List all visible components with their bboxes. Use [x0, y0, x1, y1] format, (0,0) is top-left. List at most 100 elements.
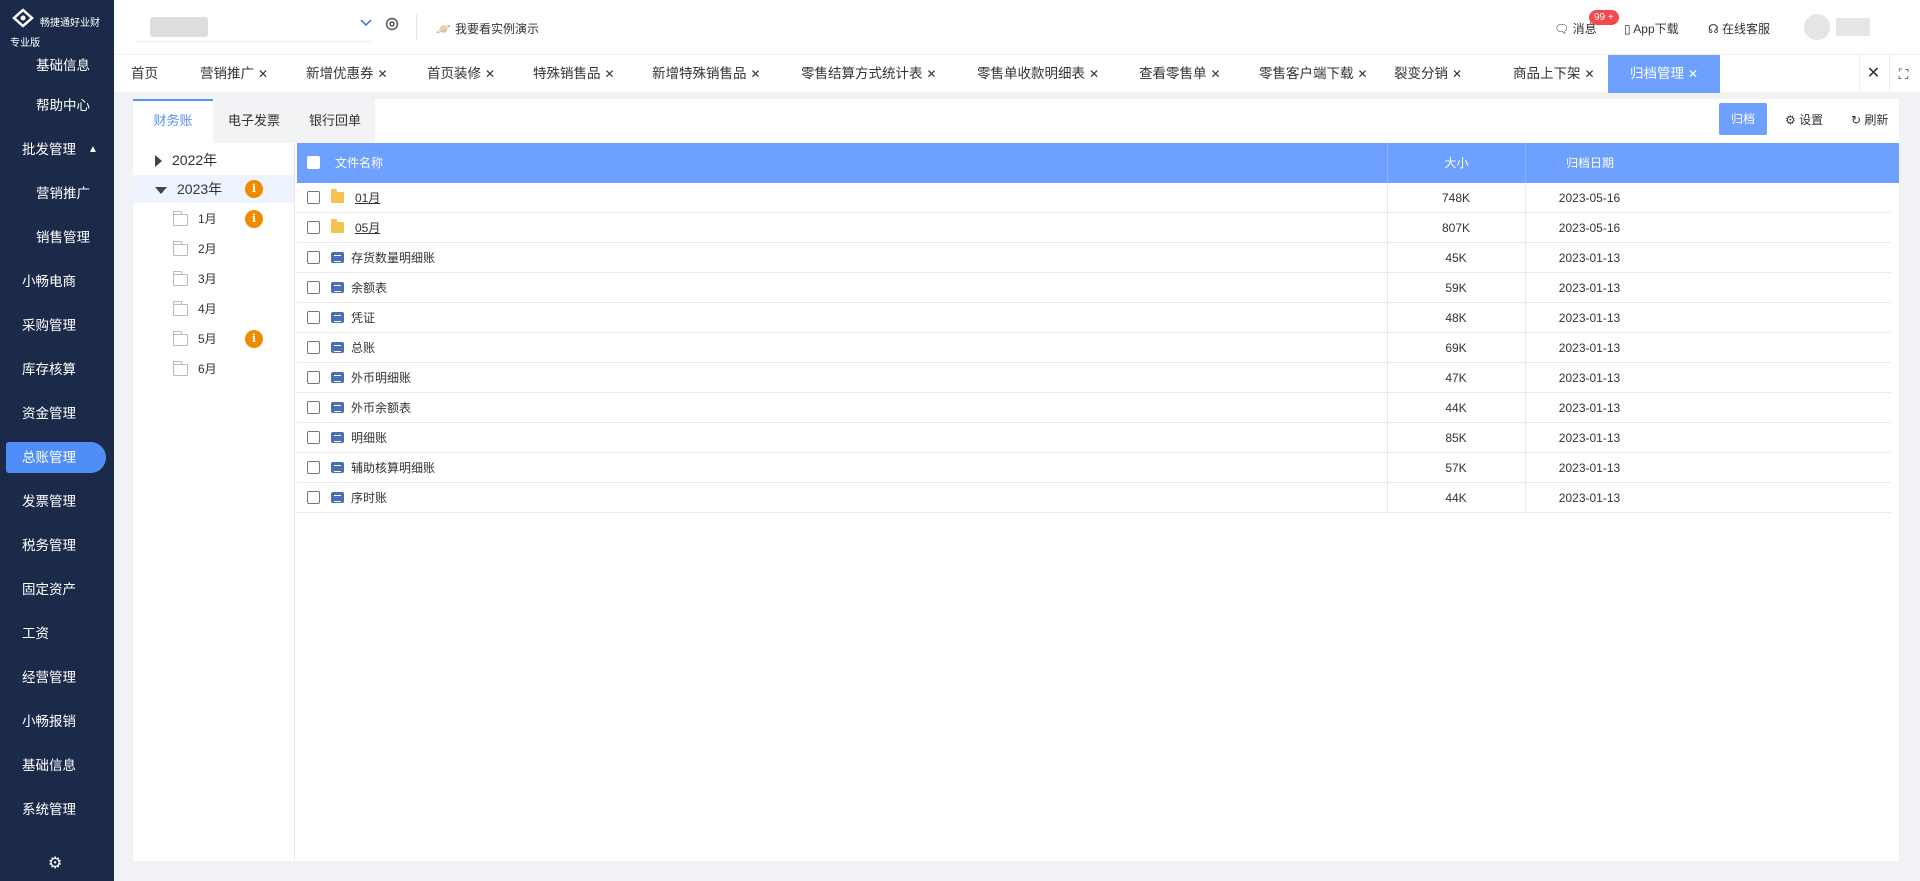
tab-home-decoration[interactable]: 首页装修 ✕	[427, 55, 495, 93]
tree-month-2[interactable]: 2月	[173, 235, 217, 263]
demo-link[interactable]: 🪐 我要看实例演示	[436, 20, 539, 37]
sidebar-item-help-center[interactable]: 帮助中心	[0, 84, 114, 128]
sidebar-item-expenses[interactable]: 小畅报销	[0, 700, 114, 744]
info-icon[interactable]: i	[245, 180, 263, 198]
close-icon[interactable]: ✕	[1452, 67, 1462, 81]
row-checkbox[interactable]	[307, 221, 320, 234]
tree-month-4[interactable]: 4月	[173, 295, 217, 323]
refresh-button[interactable]: ↻ 刷新	[1851, 111, 1888, 128]
column-header-size[interactable]: 大小	[1387, 143, 1525, 183]
row-checkbox[interactable]	[307, 491, 320, 504]
column-header-date[interactable]: 归档日期	[1525, 143, 1654, 183]
close-icon[interactable]: ✕	[1211, 67, 1221, 81]
table-row[interactable]: 外币余额表 44K 2023-01-13	[297, 393, 1891, 423]
row-checkbox[interactable]	[307, 251, 320, 264]
tab-retail-client-download[interactable]: 零售客户端下载 ✕	[1259, 55, 1368, 93]
archive-button[interactable]: 归档	[1719, 103, 1767, 135]
close-icon[interactable]: ✕	[605, 67, 615, 81]
settings-gear-icon[interactable]: ⚙	[48, 853, 62, 873]
table-row[interactable]: 凭证 48K 2023-01-13	[297, 303, 1891, 333]
close-icon[interactable]: ✕	[258, 67, 268, 81]
sidebar-item-operations[interactable]: 经营管理	[0, 656, 114, 700]
tab-fission-distribution[interactable]: 裂变分销 ✕	[1394, 55, 1462, 93]
table-row[interactable]: 明细账 85K 2023-01-13	[297, 423, 1891, 453]
table-row[interactable]: 01月 748K 2023-05-16	[297, 183, 1891, 213]
sidebar-item-tax[interactable]: 税务管理	[0, 524, 114, 568]
file-name[interactable]: 01月	[355, 183, 380, 213]
close-icon[interactable]: ✕	[751, 67, 761, 81]
sidebar-item-wholesale[interactable]: 批发管理 ▲	[0, 128, 114, 172]
sidebar-item-fixed-assets[interactable]: 固定资产	[0, 568, 114, 612]
table-row[interactable]: 辅助核算明细账 57K 2023-01-13	[297, 453, 1891, 483]
column-header-name[interactable]: 文件名称	[335, 143, 383, 183]
sidebar-item-basic-info-top[interactable]: 基础信息	[0, 47, 114, 84]
row-checkbox[interactable]	[307, 191, 320, 204]
table-row[interactable]: 余额表 59K 2023-01-13	[297, 273, 1891, 303]
tree-year-2023[interactable]: 2023年	[133, 175, 294, 203]
table-row[interactable]: 05月 807K 2023-05-16	[297, 213, 1891, 243]
sidebar-item-invoices[interactable]: 发票管理	[0, 480, 114, 524]
subtab-financial-books[interactable]: 财务账	[133, 99, 213, 143]
close-icon[interactable]: ✕	[485, 67, 495, 81]
tab-special-items[interactable]: 特殊销售品 ✕	[533, 55, 615, 93]
company-selector[interactable]	[134, 14, 372, 42]
close-icon[interactable]: ✕	[1688, 67, 1698, 81]
close-icon[interactable]: ✕	[1358, 67, 1368, 81]
tab-retail-settlement-stats[interactable]: 零售结算方式统计表 ✕	[801, 55, 937, 93]
row-checkbox[interactable]	[307, 311, 320, 324]
sidebar-item-marketing[interactable]: 营销推广	[0, 172, 114, 216]
row-checkbox[interactable]	[307, 341, 320, 354]
company-settings-icon[interactable]	[384, 16, 400, 37]
tree-year-2022[interactable]: 2022年	[155, 146, 217, 174]
table-row[interactable]: 序时账 44K 2023-01-13	[297, 483, 1891, 513]
subtab-bank-receipts[interactable]: 银行回单	[295, 99, 375, 143]
select-all-checkbox[interactable]	[307, 156, 320, 169]
row-checkbox[interactable]	[307, 281, 320, 294]
tab-new-special-items[interactable]: 新增特殊销售品 ✕	[652, 55, 761, 93]
app-download-button[interactable]: ▯ App下载	[1624, 20, 1679, 37]
expand-arrow-icon[interactable]	[155, 155, 162, 168]
sidebar-item-purchasing[interactable]: 采购管理	[0, 304, 114, 348]
tab-marketing[interactable]: 营销推广 ✕	[200, 55, 268, 93]
close-icon[interactable]: ✕	[1089, 67, 1099, 81]
sidebar-item-general-ledger[interactable]: 总账管理	[0, 436, 114, 480]
fullscreen-icon[interactable]: ⛶	[1889, 55, 1917, 93]
tab-retail-receipt-details[interactable]: 零售单收款明细表 ✕	[977, 55, 1099, 93]
row-checkbox[interactable]	[307, 371, 320, 384]
close-all-tabs-icon[interactable]: ✕	[1859, 55, 1887, 93]
info-icon[interactable]: i	[245, 210, 263, 228]
collapse-arrow-icon[interactable]	[155, 186, 167, 194]
tab-product-listing[interactable]: 商品上下架 ✕	[1513, 55, 1595, 93]
table-row[interactable]: 存货数量明细账 45K 2023-01-13	[297, 243, 1891, 273]
row-checkbox[interactable]	[307, 461, 320, 474]
close-icon[interactable]: ✕	[378, 67, 388, 81]
sidebar-item-basic-info[interactable]: 基础信息	[0, 744, 114, 788]
sidebar-item-sales[interactable]: 销售管理	[0, 216, 114, 260]
user-name-redacted[interactable]	[1836, 18, 1870, 36]
row-checkbox[interactable]	[307, 401, 320, 414]
info-icon[interactable]: i	[245, 330, 263, 348]
avatar[interactable]	[1804, 14, 1830, 40]
online-service-button[interactable]: ☊ 在线客服	[1708, 20, 1770, 37]
tab-archive-management[interactable]: 归档管理 ✕	[1608, 55, 1721, 93]
sidebar-item-ecommerce[interactable]: 小畅电商	[0, 260, 114, 304]
sidebar-item-funds[interactable]: 资金管理	[0, 392, 114, 436]
tab-view-retail-order[interactable]: 查看零售单 ✕	[1139, 55, 1221, 93]
tree-month-1[interactable]: 1月	[173, 205, 217, 233]
tree-month-5[interactable]: 5月	[173, 325, 217, 353]
table-row[interactable]: 总账 69K 2023-01-13	[297, 333, 1891, 363]
close-icon[interactable]: ✕	[927, 67, 937, 81]
tab-home[interactable]: 首页	[131, 55, 158, 93]
sidebar-item-payroll[interactable]: 工资	[0, 612, 114, 656]
table-row[interactable]: 外币明细账 47K 2023-01-13	[297, 363, 1891, 393]
sidebar-item-inventory[interactable]: 库存核算	[0, 348, 114, 392]
sidebar-item-system[interactable]: 系统管理	[0, 788, 114, 832]
tree-month-6[interactable]: 6月	[173, 355, 217, 383]
file-name[interactable]: 05月	[355, 213, 380, 243]
close-icon[interactable]: ✕	[1585, 67, 1595, 81]
settings-button[interactable]: ⚙ 设置	[1785, 111, 1823, 128]
subtab-e-invoices[interactable]: 电子发票	[213, 99, 295, 143]
row-checkbox[interactable]	[307, 431, 320, 444]
tab-new-coupon[interactable]: 新增优惠券 ✕	[306, 55, 388, 93]
tree-month-3[interactable]: 3月	[173, 265, 217, 293]
